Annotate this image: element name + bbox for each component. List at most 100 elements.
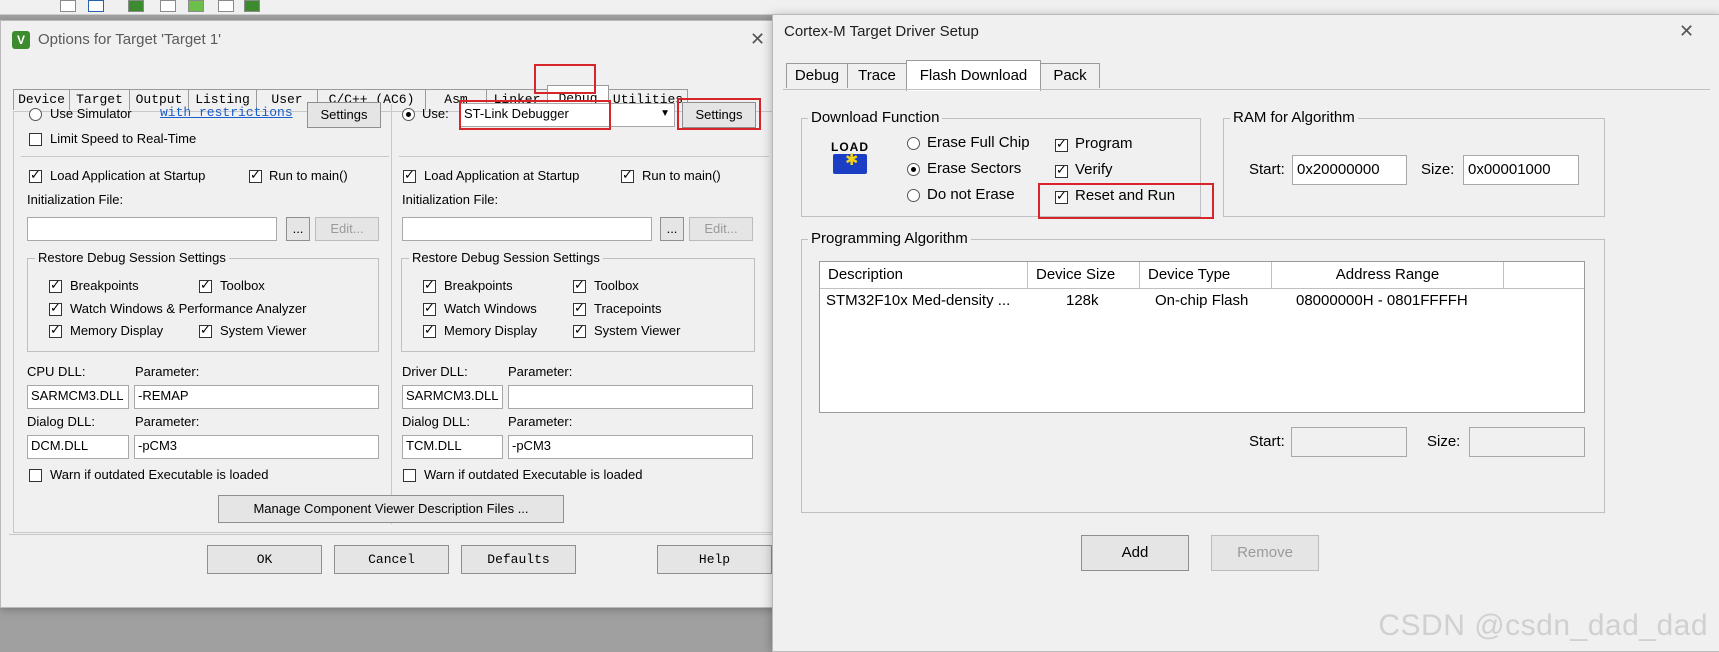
chevron-down-icon[interactable]: ▼ [660,104,670,124]
driver-setup-dialog: Cortex-M Target Driver Setup ✕ Debug Tra… [772,14,1719,652]
highlight-debug-tab [534,64,596,94]
simulator-settings-button[interactable]: Settings [307,102,381,128]
verify-checkbox[interactable] [1055,162,1068,178]
erase-sectors-radio[interactable] [907,163,920,176]
algorithm-table-header: Description Device Size Device Type Addr… [820,262,1584,289]
close-icon[interactable]: ✕ [750,29,765,50]
load-app-checkbox-right[interactable] [403,167,416,183]
cpu-param-label: Parameter: [135,364,200,379]
col-device-size[interactable]: Device Size [1028,262,1140,288]
erase-full-chip-label: Erase Full Chip [927,134,1030,151]
watch-windows-checkbox-right[interactable] [423,300,436,316]
warn-outdated-checkbox[interactable] [29,469,42,482]
use-simulator-label: Use Simulator [50,106,132,121]
defaults-button[interactable]: Defaults [461,545,576,574]
use-debugger-radio[interactable] [402,108,415,121]
limit-speed-checkbox[interactable] [29,133,42,146]
manage-component-viewer-button[interactable]: Manage Component Viewer Description File… [218,495,564,523]
use-label: Use: [422,106,449,121]
ok-button[interactable]: OK [207,545,322,574]
dialog-param-field[interactable]: -pCM3 [134,435,379,459]
memory-display-checkbox-right[interactable] [423,322,436,338]
toolbox-label-right: Toolbox [594,278,639,293]
run-to-main-checkbox-right[interactable] [621,167,634,183]
driver-param-field[interactable] [508,385,753,409]
close-icon[interactable]: ✕ [1679,21,1694,42]
do-not-erase-radio[interactable] [907,189,920,202]
cell-device-type: On-chip Flash [1155,292,1249,309]
program-checkbox[interactable] [1055,136,1068,152]
cpu-dll-label: CPU DLL: [27,364,86,379]
tab-flash-download[interactable]: Flash Download [906,60,1041,91]
dialog-param-label-right: Parameter: [508,414,573,429]
driver-dll-label: Driver DLL: [402,364,468,379]
load-app-label: Load Application at Startup [50,168,206,183]
table-row[interactable]: STM32F10x Med-density ... 128k On-chip F… [820,289,1584,313]
system-viewer-label: System Viewer [220,323,307,338]
bottom-separator [9,534,779,535]
toolbar-icon [128,0,144,12]
toolbox-checkbox-right[interactable] [573,277,586,293]
use-simulator-radio[interactable] [29,108,42,121]
limit-speed-label: Limit Speed to Real-Time [50,131,197,146]
col-address-range[interactable]: Address Range [1272,262,1504,288]
erase-full-chip-radio[interactable] [907,137,920,150]
system-viewer-checkbox[interactable] [199,322,212,338]
system-viewer-label-right: System Viewer [594,323,681,338]
ram-start-field[interactable]: 0x20000000 [1292,155,1407,185]
cpu-dll-field[interactable]: SARMCM3.DLL [27,385,129,409]
driver-dll-field[interactable]: SARMCM3.DLL [402,385,503,409]
with-restrictions-link[interactable]: with restrictions [160,105,293,120]
ram-size-field[interactable]: 0x00001000 [1463,155,1579,185]
col-description[interactable]: Description [820,262,1028,288]
dialog-param-label: Parameter: [135,414,200,429]
algo-start-label: Start: [1249,433,1285,450]
dialog-dll-field-right[interactable]: TCM.DLL [402,435,503,459]
dialog-dll-label-right: Dialog DLL: [402,414,470,429]
algo-start-field[interactable] [1291,427,1407,457]
cell-description: STM32F10x Med-density ... [826,292,1011,309]
cpu-param-field[interactable]: -REMAP [134,385,379,409]
dialog-dll-field[interactable]: DCM.DLL [27,435,129,459]
cancel-button[interactable]: Cancel [334,545,449,574]
highlight-debugger-settings [677,98,761,130]
do-not-erase-label: Do not Erase [927,186,1015,203]
warn-outdated-label: Warn if outdated Executable is loaded [50,467,269,482]
init-file-edit-button-right: Edit... [689,217,753,241]
load-app-checkbox[interactable] [29,167,42,183]
init-file-label-right: Initialization File: [402,192,499,207]
right-separator [399,156,769,157]
dialog-title: Options for Target 'Target 1' [38,31,222,48]
warn-outdated-checkbox-right[interactable] [403,469,416,482]
init-file-browse-button-right[interactable]: ... [660,217,684,241]
system-viewer-checkbox-right[interactable] [573,322,586,338]
init-file-input[interactable] [27,217,277,241]
breakpoints-checkbox[interactable] [49,277,62,293]
toolbar-icon [218,0,234,12]
init-file-browse-button[interactable]: ... [286,217,310,241]
memory-display-label: Memory Display [70,323,164,338]
memory-display-checkbox[interactable] [49,322,62,338]
init-file-input-right[interactable] [402,217,652,241]
dialog-param-field-right[interactable]: -pCM3 [508,435,753,459]
cell-address-range: 08000000H - 0801FFFFH [1296,292,1468,309]
add-button[interactable]: Add [1081,535,1189,571]
column-separator [391,104,392,524]
toolbox-checkbox[interactable] [199,277,212,293]
breakpoints-checkbox-right[interactable] [423,277,436,293]
algo-size-field[interactable] [1469,427,1585,457]
tab-trace[interactable]: Trace [847,63,907,88]
tab-pack[interactable]: Pack [1040,63,1100,88]
toolbar-icon [88,0,104,12]
help-button[interactable]: Help [657,545,772,574]
watch-windows-checkbox[interactable] [49,300,62,316]
cell-device-size: 128k [1066,292,1099,309]
tab-debug[interactable]: Debug [786,63,848,88]
load-icon: LOAD ✱ [831,140,871,180]
restore-settings-label: Restore Debug Session Settings [35,250,229,265]
tracepoints-checkbox[interactable] [573,300,586,316]
driver-param-label: Parameter: [508,364,573,379]
dialog-dll-label: Dialog DLL: [27,414,95,429]
col-device-type[interactable]: Device Type [1140,262,1272,288]
run-to-main-checkbox[interactable] [249,167,262,183]
